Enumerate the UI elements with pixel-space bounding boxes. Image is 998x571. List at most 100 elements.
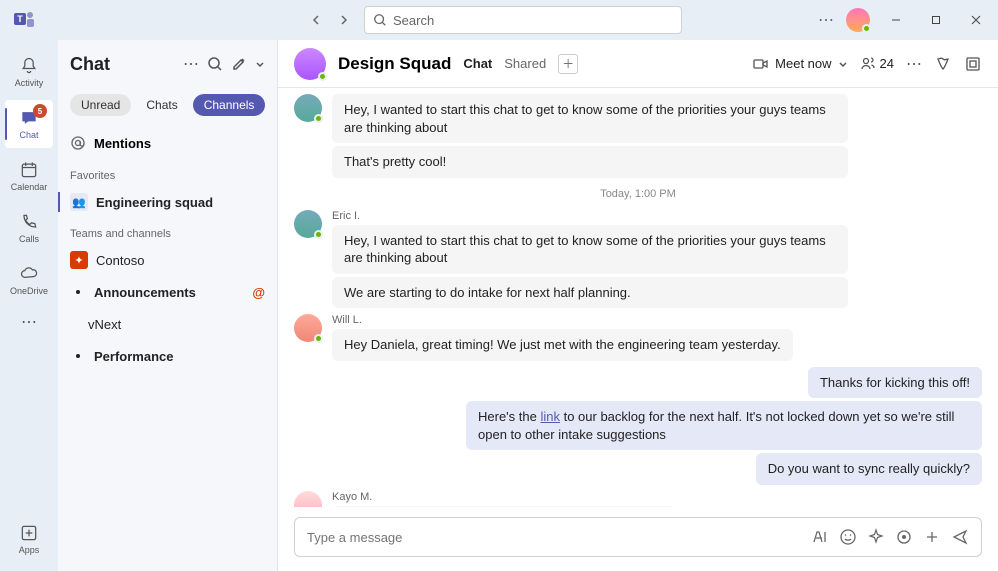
sidebar-more-icon[interactable]: ⋯ — [183, 54, 199, 74]
sidebar-item-performance[interactable]: Performance — [58, 340, 277, 372]
message-bubble[interactable]: Thanks for kicking this off! — [808, 367, 982, 399]
team-avatar-icon: ✦ — [70, 251, 88, 269]
tab-shared[interactable]: Shared — [504, 56, 546, 71]
record-icon[interactable] — [895, 528, 913, 546]
rail-label: Chat — [19, 130, 38, 140]
link[interactable]: link — [540, 409, 560, 424]
sidebar-item-contoso[interactable]: ✦ Contoso — [58, 244, 277, 276]
rail-label: OneDrive — [10, 286, 48, 296]
rail-apps[interactable]: Apps — [5, 515, 53, 563]
at-icon — [70, 135, 86, 151]
message-avatar — [294, 94, 322, 122]
message-bubble[interactable]: Do you want to sync really quickly? — [756, 453, 982, 485]
popout-icon[interactable] — [964, 55, 982, 73]
message-bubble[interactable]: That's pretty cool! — [332, 146, 848, 178]
message-avatar — [294, 314, 322, 342]
message-row: Will L. Hey Daniela, great timing! We ju… — [294, 314, 982, 361]
message-bubble[interactable]: Hey, I wanted to start this chat to get … — [332, 94, 848, 143]
message-row: Kayo M. Yes that'd be great! ❤️1 Btw, ca… — [294, 491, 982, 507]
send-icon[interactable] — [951, 528, 969, 546]
people-count-button[interactable]: 24 — [860, 56, 894, 72]
nav-forward-button[interactable] — [332, 8, 356, 32]
unread-badge: 5 — [33, 104, 47, 118]
sidebar-item-engineering[interactable]: 👥 Engineering squad — [58, 186, 277, 218]
compose-chevron-icon[interactable] — [255, 59, 265, 69]
minimize-button[interactable] — [882, 6, 910, 34]
filter-unread[interactable]: Unread — [70, 94, 131, 116]
message-row: Eric I. Hey, I wanted to start this chat… — [294, 210, 982, 309]
sparkle-icon[interactable] — [867, 528, 885, 546]
message-row: Hey, I wanted to start this chat to get … — [294, 94, 982, 178]
meet-now-button[interactable]: Meet now — [753, 56, 847, 72]
compose-icon[interactable] — [231, 56, 247, 72]
teams-heading: Teams and channels — [58, 218, 277, 244]
filter-channels[interactable]: Channels — [193, 94, 266, 116]
nav-back-button[interactable] — [304, 8, 328, 32]
unread-dot — [76, 354, 80, 358]
sidebar-item-label: Engineering squad — [96, 195, 213, 210]
add-tab-button[interactable]: ＋ — [558, 54, 578, 74]
rail-onedrive[interactable]: OneDrive — [5, 256, 53, 304]
message-bubble[interactable]: Hey, I wanted to start this chat to get … — [332, 225, 848, 274]
chat-title: Design Squad — [338, 54, 451, 74]
sidebar-item-announcements[interactable]: Announcements @ — [58, 276, 277, 308]
user-avatar[interactable] — [846, 8, 870, 32]
people-icon — [860, 56, 876, 72]
rail-calls[interactable]: Calls — [5, 204, 53, 252]
svg-text:T: T — [17, 14, 23, 24]
message-avatar — [294, 491, 322, 507]
sidebar-title: Chat — [70, 54, 175, 75]
rail-chat[interactable]: Chat 5 — [5, 100, 53, 148]
cloud-icon — [19, 264, 39, 284]
more-options-icon[interactable]: ⋯ — [818, 10, 834, 30]
sidebar-item-label: Contoso — [96, 253, 144, 268]
meet-label: Meet now — [775, 56, 831, 71]
video-icon — [753, 56, 769, 72]
search-icon — [373, 13, 387, 27]
rail-more-apps[interactable]: ⋯ — [21, 312, 37, 332]
sidebar-item-label: vNext — [88, 317, 121, 332]
message-input[interactable] — [307, 530, 801, 545]
group-avatar-icon: 👥 — [70, 193, 88, 211]
message-bubble[interactable]: Here's the link to our backlog for the n… — [466, 401, 982, 450]
message-composer[interactable] — [294, 517, 982, 557]
sender-name: Will L. — [332, 314, 793, 326]
message-bubble[interactable]: Hey Daniela, great timing! We just met w… — [332, 329, 793, 361]
maximize-button[interactable] — [922, 6, 950, 34]
message-bubble[interactable]: We are starting to do intake for next ha… — [332, 277, 848, 309]
favorites-heading: Favorites — [58, 160, 277, 186]
people-count: 24 — [880, 56, 894, 71]
phone-icon — [19, 212, 39, 232]
unread-dot — [76, 290, 80, 294]
message-row: Thanks for kicking this off! Here's the … — [294, 367, 982, 485]
tab-chat[interactable]: Chat — [463, 56, 492, 71]
rail-label: Calls — [19, 234, 39, 244]
rail-label: Activity — [15, 78, 44, 88]
calendar-icon — [19, 160, 39, 180]
search-placeholder: Search — [393, 13, 434, 28]
filter-icon[interactable] — [207, 56, 223, 72]
teams-logo-icon: T — [12, 8, 36, 32]
mention-indicator-icon: @ — [252, 285, 265, 300]
sidebar-item-label: Performance — [94, 349, 173, 364]
attach-icon[interactable] — [923, 528, 941, 546]
mentions-item[interactable]: Mentions — [70, 126, 265, 160]
copilot-icon[interactable] — [934, 55, 952, 73]
message-bubble[interactable]: Yes that'd be great! — [332, 506, 676, 507]
sidebar-item-vnext[interactable]: vNext — [58, 308, 277, 340]
filter-chats[interactable]: Chats — [135, 94, 188, 116]
chat-avatar — [294, 48, 326, 80]
emoji-icon[interactable] — [839, 528, 857, 546]
mentions-label: Mentions — [94, 136, 151, 151]
bell-icon — [19, 56, 39, 76]
rail-label: Calendar — [11, 182, 48, 192]
search-input[interactable]: Search — [364, 6, 682, 34]
rail-activity[interactable]: Activity — [5, 48, 53, 96]
chat-more-icon[interactable]: ⋯ — [906, 54, 922, 74]
message-avatar — [294, 210, 322, 238]
timestamp-divider: Today, 1:00 PM — [294, 188, 982, 200]
close-button[interactable] — [962, 6, 990, 34]
presence-indicator — [862, 24, 871, 33]
format-icon[interactable] — [811, 528, 829, 546]
rail-calendar[interactable]: Calendar — [5, 152, 53, 200]
